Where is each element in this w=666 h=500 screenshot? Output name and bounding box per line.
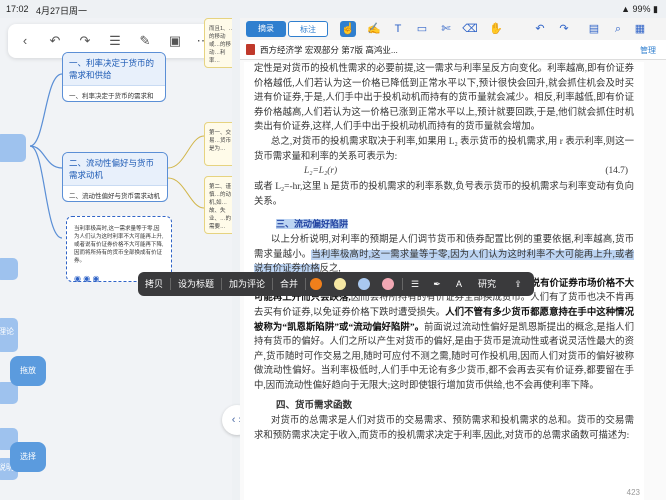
strikethrough-icon[interactable]: ☰ <box>406 272 424 296</box>
node-title: 一、利率决定于货币的需求和供给 <box>63 53 165 86</box>
paragraph: 对货币的总需求是人们对货币的交易需求、预防需求和投机需求的总和。货币的交易需求和… <box>254 416 634 441</box>
status-bar: 17:02 4月27日周一 ▲ 99% ▮ <box>0 0 666 18</box>
note-card[interactable]: 而且1、…的移动或…的移动…利率… <box>204 18 232 68</box>
note-card[interactable]: 第一、交易…货币是为… <box>204 122 232 166</box>
section-heading: 四、货币需求函数 <box>276 400 353 412</box>
grid-icon[interactable]: ▦ <box>632 21 648 37</box>
reader-pane: 摘录 标注 ☝ ✍ T ▭ ✄ ⌫ ✋ ↶ ↷ ▤ ⌕ ▦ 西方经济学 宏观部分… <box>240 18 666 500</box>
merge-menu-item[interactable]: 合并 <box>274 272 304 296</box>
selected-node-text: 当利率极高时,这一需求量等于零,因为人们认为这时利率不大可能再上升,或者说有价证… <box>74 226 164 264</box>
mindmap-node-2[interactable]: 二、流动性偏好与货币需求动机 二、流动性偏好与货币需求动机 <box>62 152 168 202</box>
color-pink-swatch[interactable] <box>382 278 394 290</box>
add-comment-menu-item[interactable]: 加为评论 <box>223 272 271 296</box>
paragraph: 定性是对货币的投机性需求的必要前提,这一需求与利率呈反方向变化。利率越高,即有价… <box>254 64 634 133</box>
search-icon[interactable]: ⌕ <box>610 21 626 37</box>
copy-icon[interactable]: ◉ <box>92 274 99 283</box>
text-style-icon[interactable]: A <box>450 272 468 296</box>
color-blue-swatch[interactable] <box>358 278 370 290</box>
undo-icon[interactable]: ↶ <box>532 21 548 37</box>
collapsed-node[interactable] <box>0 134 26 162</box>
selection-context-menu: 拷贝 设为标题 加为评论 合并 ☰ ✒ A 研究 ⇪ <box>138 272 534 296</box>
mindmap-pane[interactable]: ‹ ↶ ↷ ☰ ✎ ▣ ⋯ 理论 说明 一、利率决定于货币的需求和供给 一、利率… <box>0 18 232 500</box>
equation: L₂=L₂(r) <box>304 166 338 177</box>
equation-number: (14.7) <box>605 166 628 177</box>
select-button[interactable]: 选择 <box>10 442 46 472</box>
set-heading-menu-item[interactable]: 设为标题 <box>172 272 220 296</box>
book-bar: 西方经济学 宏观部分 第7版 高鸿业... 管理 <box>240 40 666 60</box>
pen-icon[interactable]: ✒ <box>428 272 446 296</box>
equation-row: L₂=L₂(r) (14.7) <box>254 164 634 180</box>
tab-excerpt[interactable]: 摘录 <box>246 21 286 37</box>
text-icon[interactable]: T <box>390 21 406 37</box>
page-number: 423 <box>626 488 640 497</box>
redo-icon[interactable]: ↷ <box>556 21 572 37</box>
paragraph: 以上分析说明,对利率的预期是人们调节货币和债券配置比例的重要依据,利率越高,货币… <box>254 234 634 275</box>
paragraph: 或者 L₂=-hr,这里 h 是货币的投机需求的利率系数,负号表示货币的投机需求… <box>254 182 634 207</box>
bookmark-icon[interactable]: ▤ <box>586 21 602 37</box>
node-subtitle: 一、利率决定于货币的需求和供给 <box>69 93 154 100</box>
status-date: 4月27日周一 <box>36 6 88 16</box>
color-yellow-swatch[interactable] <box>334 278 346 290</box>
copy-menu-item[interactable]: 拷贝 <box>138 272 170 296</box>
highlighter-icon[interactable]: ✍ <box>366 21 382 37</box>
tab-note[interactable]: 标注 <box>288 21 328 37</box>
color-orange-swatch[interactable] <box>310 278 322 290</box>
node-subtitle: 二、流动性偏好与货币需求动机 <box>69 193 160 200</box>
eraser-icon[interactable]: ⌫ <box>462 21 478 37</box>
rectangle-icon[interactable]: ▭ <box>414 21 430 37</box>
status-time: 17:02 <box>6 4 29 14</box>
status-battery: ▲ 99% ▮ <box>621 4 658 14</box>
hand-icon[interactable]: ✋ <box>488 21 504 37</box>
mindmap-node-1[interactable]: 一、利率决定于货币的需求和供给 一、利率决定于货币的需求和供给 <box>62 52 166 102</box>
section-heading-row: 三、流动偏好陷阱 <box>254 217 634 233</box>
research-menu-item[interactable]: 研究 <box>472 272 502 296</box>
node-actions: ◉ ◉ ◉ <box>74 274 116 286</box>
collapsed-node[interactable] <box>0 258 18 280</box>
book-title[interactable]: 西方经济学 宏观部分 第7版 高鸿业... <box>260 44 398 56</box>
section-heading: 三、流动偏好陷阱 <box>276 219 349 230</box>
note-card[interactable]: 第二、谨慎…的动机,如…故、失业、…的需要… <box>204 176 232 234</box>
comment-icon[interactable]: ◉ <box>74 274 81 283</box>
side-label-theory: 理论 <box>0 327 14 336</box>
collapsed-node[interactable]: 理论 <box>0 318 18 352</box>
manage-link[interactable]: 管理 <box>640 45 656 56</box>
share-icon[interactable]: ⇪ <box>506 272 530 296</box>
node-title: 二、流动性偏好与货币需求动机 <box>63 153 167 186</box>
highlighted-selection[interactable]: 当利率极高时,这一需求量等于零,因为人们认为这时利率不大可能再上升,或者说有价证… <box>254 249 634 275</box>
pointer-icon[interactable]: ☝ <box>340 21 356 37</box>
pan-button[interactable]: 拖放 <box>10 356 46 386</box>
lasso-icon[interactable]: ✄ <box>438 21 454 37</box>
link-icon[interactable]: ◉ <box>83 274 90 283</box>
paragraph: 总之,对货币的投机需求取决于利率,如果用 L₂ 表示货币的投机需求,用 r 表示… <box>254 136 634 162</box>
reader-toolbar: 摘录 标注 ☝ ✍ T ▭ ✄ ⌫ ✋ ↶ ↷ ▤ ⌕ ▦ <box>240 18 666 40</box>
book-icon <box>246 44 255 55</box>
